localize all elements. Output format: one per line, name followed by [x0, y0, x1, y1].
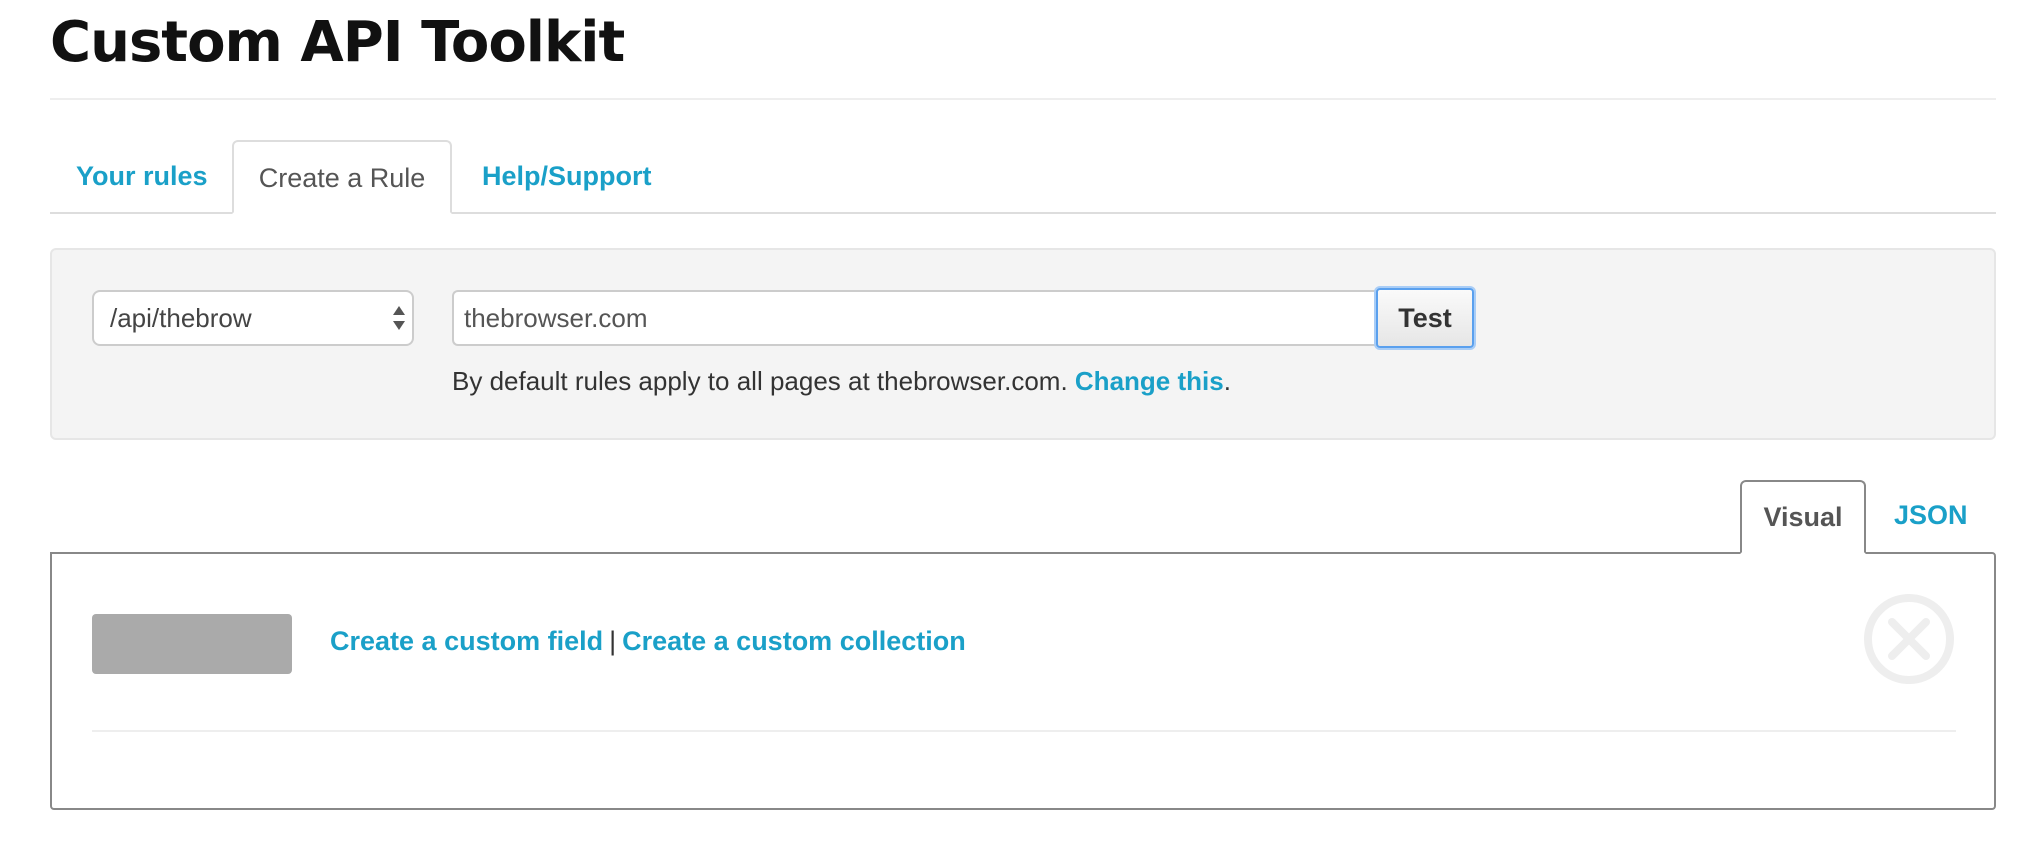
visual-editor-panel: Create a custom field | Create a custom co… — [50, 552, 1996, 810]
page: Custom API Toolkit Your rules Create a R… — [0, 0, 2032, 852]
hint-text: By default rules apply to all pages at t… — [452, 366, 1075, 396]
tab-visual[interactable]: Visual — [1740, 480, 1866, 554]
tab-help-support[interactable]: Help/Support — [482, 140, 652, 212]
updown-arrows-icon — [393, 306, 405, 330]
api-select-value: /api/thebrow — [110, 303, 252, 333]
tab-your-rules[interactable]: Your rules — [76, 140, 208, 212]
create-custom-collection-link[interactable]: Create a custom collection — [622, 626, 966, 656]
hint-period: . — [1223, 366, 1231, 396]
field-placeholder-button[interactable] — [92, 614, 292, 674]
close-circle-icon[interactable] — [1862, 592, 1956, 686]
tab-create-a-rule[interactable]: Create a Rule — [232, 140, 452, 214]
custom-links: Create a custom field | Create a custom co… — [330, 626, 966, 657]
tab-json[interactable]: JSON — [1894, 480, 1968, 552]
page-title: Custom API Toolkit — [50, 10, 625, 75]
main-tabs: Your rules Create a Rule Help/Support — [50, 140, 1996, 214]
default-rules-hint: By default rules apply to all pages at t… — [452, 366, 1231, 397]
title-divider — [50, 98, 1996, 100]
link-separator: | — [609, 626, 617, 656]
url-input[interactable] — [452, 290, 1378, 346]
api-select[interactable]: /api/thebrow — [92, 290, 414, 346]
change-this-link[interactable]: Change this — [1075, 366, 1224, 396]
test-button[interactable]: Test — [1376, 288, 1474, 348]
rule-settings-panel: /api/thebrow Test By default rules apply… — [50, 248, 1996, 440]
create-custom-field-link[interactable]: Create a custom field — [330, 626, 603, 656]
panel-divider — [92, 730, 1956, 732]
